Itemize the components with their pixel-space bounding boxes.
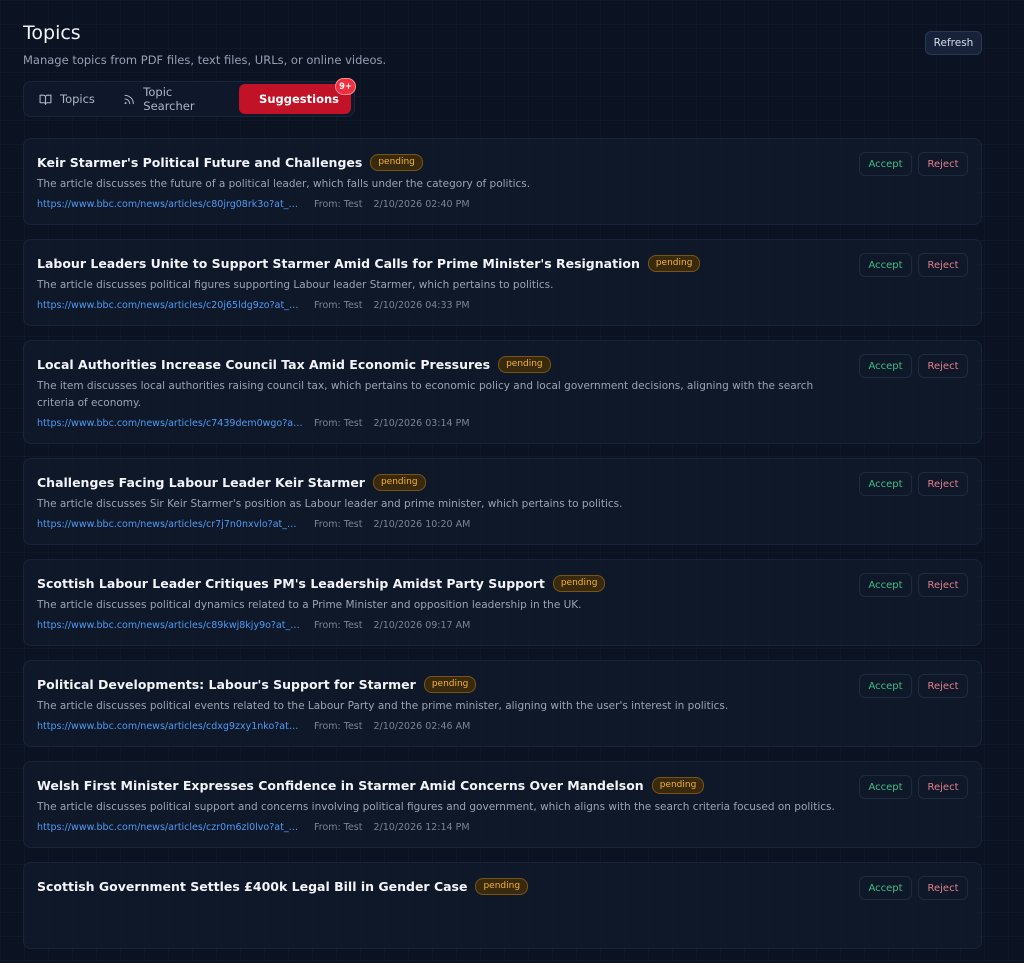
suggestion-description: The article discusses political events r… <box>37 698 837 715</box>
suggestion-description: The article discusses Sir Keir Starmer's… <box>37 496 837 513</box>
suggestion-title: Keir Starmer's Political Future and Chal… <box>37 155 362 170</box>
suggestion-description: The item discusses local authorities rai… <box>37 378 837 412</box>
source-link[interactable]: https://www.bbc.com/news/articles/c89kwj… <box>37 620 303 631</box>
reject-button[interactable]: Reject <box>918 472 968 496</box>
source-link[interactable]: https://www.bbc.com/news/articles/c7439d… <box>37 418 303 429</box>
suggestion-title: Labour Leaders Unite to Support Starmer … <box>37 256 640 271</box>
source-label: From: Test <box>314 620 362 631</box>
tab-label: Topic Searcher <box>143 85 223 113</box>
reject-button[interactable]: Reject <box>918 573 968 597</box>
suggestion-card: Scottish Labour Leader Critiques PM's Le… <box>23 559 982 646</box>
status-badge: pending <box>648 255 701 272</box>
timestamp: 2/10/2026 09:17 AM <box>373 620 470 631</box>
source-label: From: Test <box>314 300 362 311</box>
suggestion-title: Challenges Facing Labour Leader Keir Sta… <box>37 475 365 490</box>
source-link[interactable]: https://www.bbc.com/news/articles/czr0m6… <box>37 822 303 833</box>
status-badge: pending <box>373 474 426 491</box>
suggestion-card: Scottish Government Settles £400k Legal … <box>23 862 982 949</box>
source-label: From: Test <box>314 822 362 833</box>
tab-label: Topics <box>60 92 95 106</box>
suggestion-description: The article discusses political dynamics… <box>37 597 837 614</box>
suggestion-title: Political Developments: Labour's Support… <box>37 677 416 692</box>
accept-button[interactable]: Accept <box>859 674 912 698</box>
status-badge: pending <box>498 356 551 373</box>
page-title: Topics <box>23 22 386 44</box>
suggestion-card: Local Authorities Increase Council Tax A… <box>23 340 982 444</box>
notification-badge: 9+ <box>335 78 356 95</box>
source-label: From: Test <box>314 418 362 429</box>
source-label: From: Test <box>314 199 362 210</box>
status-badge: pending <box>652 777 705 794</box>
tab-topics[interactable]: Topics <box>27 84 107 114</box>
timestamp: 2/10/2026 02:40 PM <box>373 199 469 210</box>
accept-button[interactable]: Accept <box>859 354 912 378</box>
reject-button[interactable]: Reject <box>918 354 968 378</box>
source-label: From: Test <box>314 721 362 732</box>
source-link[interactable]: https://www.bbc.com/news/articles/c80jrg… <box>37 199 303 210</box>
page-subtitle: Manage topics from PDF files, text files… <box>23 53 386 67</box>
reject-button[interactable]: Reject <box>918 775 968 799</box>
reject-button[interactable]: Reject <box>918 253 968 277</box>
status-badge: pending <box>553 575 606 592</box>
suggestion-description: The article discusses the future of a po… <box>37 176 837 193</box>
reject-button[interactable]: Reject <box>918 152 968 176</box>
suggestion-card: Keir Starmer's Political Future and Chal… <box>23 138 982 225</box>
suggestion-title: Welsh First Minister Expresses Confidenc… <box>37 778 644 793</box>
tab-label: Suggestions <box>259 92 339 106</box>
tab-suggestions[interactable]: Suggestions 9+ <box>239 84 351 114</box>
timestamp: 2/10/2026 02:46 AM <box>373 721 470 732</box>
timestamp: 2/10/2026 10:20 AM <box>373 519 470 530</box>
page-header: Topics Manage topics from PDF files, tex… <box>23 22 386 67</box>
timestamp: 2/10/2026 04:33 PM <box>373 300 469 311</box>
tab-topic-searcher[interactable]: Topic Searcher <box>111 84 235 114</box>
suggestion-card: Welsh First Minister Expresses Confidenc… <box>23 761 982 848</box>
accept-button[interactable]: Accept <box>859 253 912 277</box>
suggestion-list: Keir Starmer's Political Future and Chal… <box>23 138 982 963</box>
reject-button[interactable]: Reject <box>918 674 968 698</box>
source-label: From: Test <box>314 519 362 530</box>
status-badge: pending <box>370 154 423 171</box>
suggestion-title: Local Authorities Increase Council Tax A… <box>37 357 490 372</box>
source-link[interactable]: https://www.bbc.com/news/articles/cr7j7n… <box>37 519 303 530</box>
accept-button[interactable]: Accept <box>859 152 912 176</box>
tab-bar: Topics Topic Searcher Suggestions 9+ <box>23 81 355 117</box>
timestamp: 2/10/2026 12:14 PM <box>373 822 469 833</box>
suggestion-card: Labour Leaders Unite to Support Starmer … <box>23 239 982 326</box>
accept-button[interactable]: Accept <box>859 573 912 597</box>
accept-button[interactable]: Accept <box>859 876 912 900</box>
source-link[interactable]: https://www.bbc.com/news/articles/c20j65… <box>37 300 303 311</box>
suggestion-card: Challenges Facing Labour Leader Keir Sta… <box>23 458 982 545</box>
source-link[interactable]: https://www.bbc.com/news/articles/cdxg9z… <box>37 721 303 732</box>
timestamp: 2/10/2026 03:14 PM <box>373 418 469 429</box>
suggestion-description: The article discusses political support … <box>37 799 837 816</box>
suggestion-title: Scottish Labour Leader Critiques PM's Le… <box>37 576 545 591</box>
status-badge: pending <box>475 878 528 895</box>
suggestion-title: Scottish Government Settles £400k Legal … <box>37 879 467 894</box>
accept-button[interactable]: Accept <box>859 775 912 799</box>
rss-icon <box>123 93 135 106</box>
status-badge: pending <box>424 676 477 693</box>
refresh-button[interactable]: Refresh <box>925 31 982 55</box>
accept-button[interactable]: Accept <box>859 472 912 496</box>
suggestion-description: The article discusses political figures … <box>37 277 837 294</box>
suggestion-card: Political Developments: Labour's Support… <box>23 660 982 747</box>
book-open-icon <box>39 93 52 106</box>
reject-button[interactable]: Reject <box>918 876 968 900</box>
